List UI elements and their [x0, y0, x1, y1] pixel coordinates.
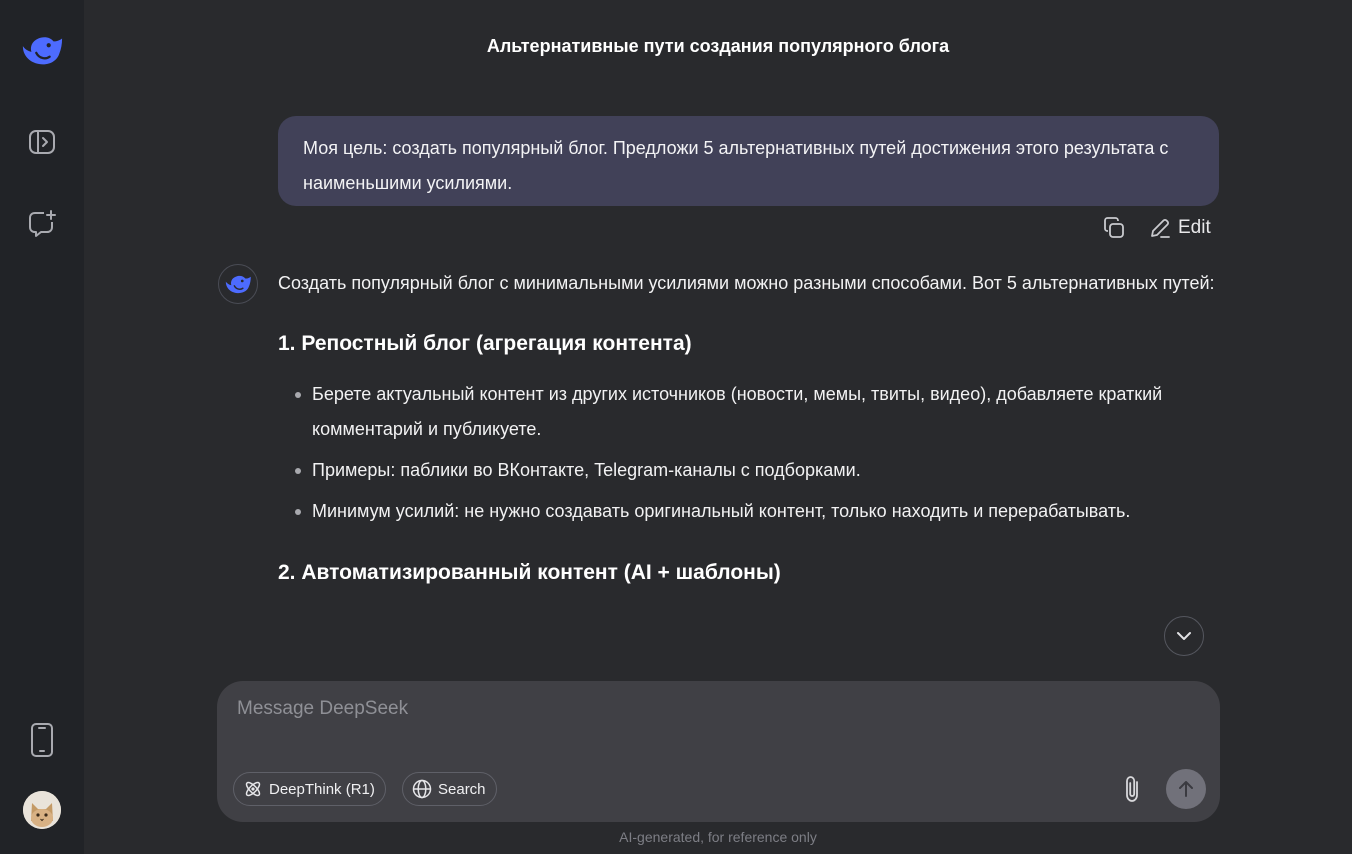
section-number: 2.	[278, 561, 296, 584]
search-toggle[interactable]: Search	[402, 772, 497, 806]
chevron-down-icon	[1177, 632, 1191, 640]
section-title: Автоматизированный контент (AI + шаблоны…	[301, 561, 781, 584]
new-chat-icon[interactable]	[20, 202, 64, 246]
cat-avatar-icon	[23, 791, 61, 829]
bullet-list: Берете актуальный контент из других исто…	[278, 377, 1228, 529]
message-actions: Edit	[1102, 212, 1211, 244]
sidebar-toggle-icon[interactable]	[20, 120, 64, 164]
section-heading: 1. Репостный блог (агрегация контента)	[278, 330, 1228, 358]
mobile-app-icon[interactable]	[20, 718, 64, 762]
sidebar	[0, 0, 84, 854]
search-label: Search	[438, 780, 486, 798]
message-composer: DeepThink (R1) Search	[217, 681, 1220, 822]
section-number: 1.	[278, 332, 296, 355]
pencil-icon	[1151, 219, 1170, 238]
deepthink-toggle[interactable]: DeepThink (R1)	[233, 772, 386, 806]
deepthink-label: DeepThink (R1)	[269, 780, 375, 798]
page-title: Альтернативные пути создания популярного…	[486, 36, 950, 56]
list-item: Примеры: паблики во ВКонтакте, Telegram-…	[278, 453, 1228, 488]
user-message: Моя цель: создать популярный блог. Предл…	[278, 116, 1219, 206]
user-avatar[interactable]	[23, 791, 61, 829]
list-item: Берете актуальный контент из других исто…	[278, 377, 1228, 447]
edit-label: Edit	[1178, 217, 1211, 238]
answer-intro: Создать популярный блог с минимальными у…	[278, 273, 1215, 293]
atom-icon	[245, 781, 261, 797]
section-heading: 2. Автоматизированный контент (AI + шабл…	[278, 559, 1228, 587]
section-title: Репостный блог (агрегация контента)	[301, 332, 692, 355]
edit-button[interactable]: Edit	[1148, 216, 1211, 240]
assistant-message: Создать популярный блог с минимальными у…	[278, 266, 1228, 587]
globe-icon	[412, 779, 432, 799]
send-button[interactable]	[1166, 769, 1206, 809]
assistant-avatar	[218, 264, 258, 304]
chat-main: Альтернативные пути создания популярного…	[84, 0, 1352, 854]
ai-disclaimer: AI-generated, for reference only	[619, 829, 817, 845]
arrow-up-icon	[1179, 781, 1193, 797]
deepseek-whale-icon	[225, 275, 251, 294]
scroll-to-bottom-button[interactable]	[1164, 616, 1204, 656]
paperclip-icon	[1126, 776, 1138, 802]
copy-icon[interactable]	[1102, 216, 1126, 240]
list-item: Минимум усилий: не нужно создавать ориги…	[278, 494, 1228, 529]
message-input[interactable]	[235, 697, 1099, 721]
deepseek-logo-icon[interactable]	[20, 28, 64, 72]
attach-button[interactable]	[1117, 773, 1149, 805]
